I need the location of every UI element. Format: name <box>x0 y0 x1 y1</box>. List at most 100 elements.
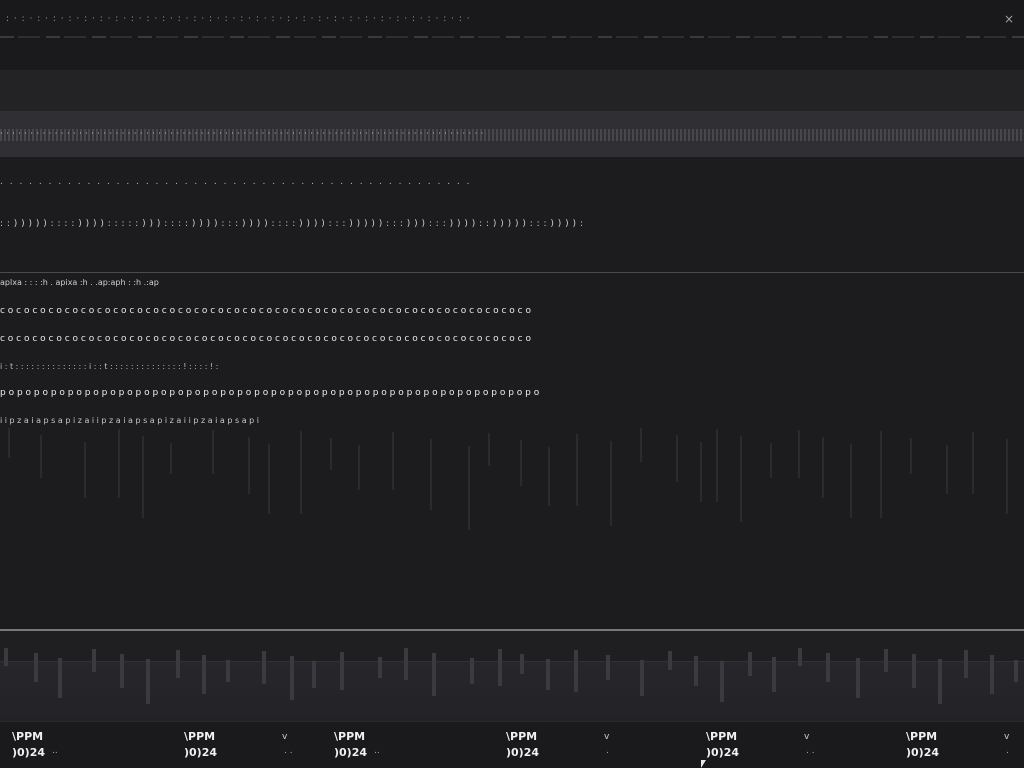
tab-strip[interactable]: · · · · · · · · · · · · · · · · · · · · … <box>0 111 1024 157</box>
glitch-bar <box>268 444 270 514</box>
glitch-bar <box>990 655 994 694</box>
status-date: )0)24 <box>706 746 740 759</box>
status-cell[interactable]: \PPM )0)24 v . . <box>184 730 344 764</box>
glitch-bar <box>40 435 42 478</box>
glitch-bar <box>118 429 120 498</box>
status-indicator: v <box>1004 732 1010 742</box>
status-indicator: v <box>604 732 610 742</box>
status-indicator: v <box>804 732 810 742</box>
close-icon[interactable]: × <box>1002 12 1016 26</box>
table-row[interactable]: i : t : : : : : : : : : : : : : : i : : … <box>0 362 1024 376</box>
glitch-bar <box>468 446 470 530</box>
glitch-bar <box>694 656 698 686</box>
glitch-bar <box>720 661 724 702</box>
glitch-bar <box>716 429 718 502</box>
glitch-bar <box>262 651 266 684</box>
toolbar-band <box>0 71 1024 111</box>
status-date: )0)24 <box>506 746 540 759</box>
glitch-bar <box>8 428 10 458</box>
glitch-bar <box>34 653 38 682</box>
table-row[interactable]: p o p o p o p o p o p o p o p o p o p o … <box>0 388 1024 402</box>
status-cell[interactable]: \PPM )0)24 v . . <box>706 730 866 764</box>
bottom-panel-strip <box>0 648 1024 704</box>
table-row[interactable]: c o c o c o c o c o c o c o c o c o c o … <box>0 334 1024 348</box>
status-time: \PPM <box>506 730 538 743</box>
glitch-bar <box>430 439 432 510</box>
glitch-bar <box>910 438 912 474</box>
glitch-bar <box>92 649 96 672</box>
glitch-bar <box>4 648 8 666</box>
glitch-bar <box>938 659 942 704</box>
glitch-bar <box>312 661 316 688</box>
glitch-bar <box>772 657 776 692</box>
status-time: \PPM <box>184 730 216 743</box>
app-window: : · : · : · : · : · : · : · : · : · : · … <box>0 0 1024 768</box>
glitch-bar <box>498 649 502 686</box>
content-empty-area <box>0 530 1024 628</box>
glitch-bar <box>1014 660 1018 682</box>
tab-strip-labels[interactable]: · · · · · · · · · · · · · · · · · · · · … <box>0 129 1024 141</box>
glitch-bar <box>700 442 702 502</box>
glitch-bar <box>546 659 550 690</box>
glitch-bar <box>212 430 214 474</box>
glitch-bar <box>170 443 172 474</box>
status-date: )0)24 <box>12 746 46 759</box>
table-body-region <box>0 428 1024 530</box>
glitch-bar <box>378 657 382 678</box>
status-dot: . . <box>806 746 815 756</box>
status-date: )0)24 <box>906 746 940 759</box>
glitch-bar <box>964 650 968 678</box>
table-row[interactable]: c o c o c o c o c o c o c o c o c o c o … <box>0 306 1024 320</box>
glitch-bar <box>856 658 860 698</box>
status-cell[interactable]: \PPM )0)24 v . <box>506 730 666 764</box>
glitch-bar <box>404 648 408 680</box>
nav-row-primary[interactable]: . . . . . . . . . . . . . . . . . . . . … <box>0 177 1024 191</box>
glitch-bar <box>826 653 830 682</box>
status-cell[interactable]: \PPM )0)24 .. <box>12 730 172 764</box>
nav-row-secondary[interactable]: : : ) ) ) ) ) : : : : ) ) ) ) : : : : : … <box>0 219 1024 233</box>
glitch-bar <box>146 659 150 704</box>
glitch-bar <box>226 660 230 682</box>
glitch-bar <box>576 434 578 506</box>
table-divider <box>0 272 1024 273</box>
glitch-bar <box>330 438 332 470</box>
status-indicator: v <box>282 732 288 742</box>
glitch-bar <box>912 654 916 688</box>
glitch-bar <box>520 654 524 674</box>
glitch-bar <box>142 436 144 518</box>
glitch-bar <box>470 658 474 684</box>
glitch-bar <box>202 655 206 694</box>
glitch-bar <box>822 437 824 498</box>
status-time: \PPM <box>334 730 366 743</box>
glitch-bar <box>850 444 852 518</box>
glitch-bar <box>176 650 180 678</box>
glitch-bar <box>290 656 294 700</box>
header-band <box>0 40 1024 71</box>
status-dot: .. <box>52 746 58 756</box>
glitch-bar <box>798 430 800 478</box>
window-title: : · : · : · : · : · : · : · : · : · : · … <box>6 14 471 24</box>
glitch-bar <box>58 658 62 698</box>
glitch-bar <box>340 652 344 690</box>
status-cell[interactable]: \PPM )0)24 v . <box>906 730 1024 764</box>
glitch-bar <box>548 447 550 506</box>
status-dot: . <box>606 746 609 756</box>
title-bar: : · : · : · : · : · : · : · : · : · : · … <box>0 0 1024 40</box>
glitch-bar <box>358 445 360 490</box>
status-time: \PPM <box>706 730 738 743</box>
status-dot: . . <box>284 746 293 756</box>
status-cell[interactable]: \PPM )0)24 .. <box>334 730 494 764</box>
status-time: \PPM <box>906 730 938 743</box>
glitch-bar <box>770 443 772 478</box>
glitch-bar <box>120 654 124 688</box>
status-date: )0)24 <box>334 746 368 759</box>
status-time: \PPM <box>12 730 44 743</box>
glitch-bar <box>84 442 86 498</box>
status-date: )0)24 <box>184 746 218 759</box>
glitch-bar <box>740 436 742 522</box>
glitch-bar <box>432 653 436 696</box>
glitch-bar <box>300 431 302 514</box>
table-header[interactable]: aplxa : : : :h . apixa :h . .ap:aph : :h… <box>0 278 1024 292</box>
glitch-bar <box>798 648 802 666</box>
mouse-cursor-icon <box>701 760 706 768</box>
